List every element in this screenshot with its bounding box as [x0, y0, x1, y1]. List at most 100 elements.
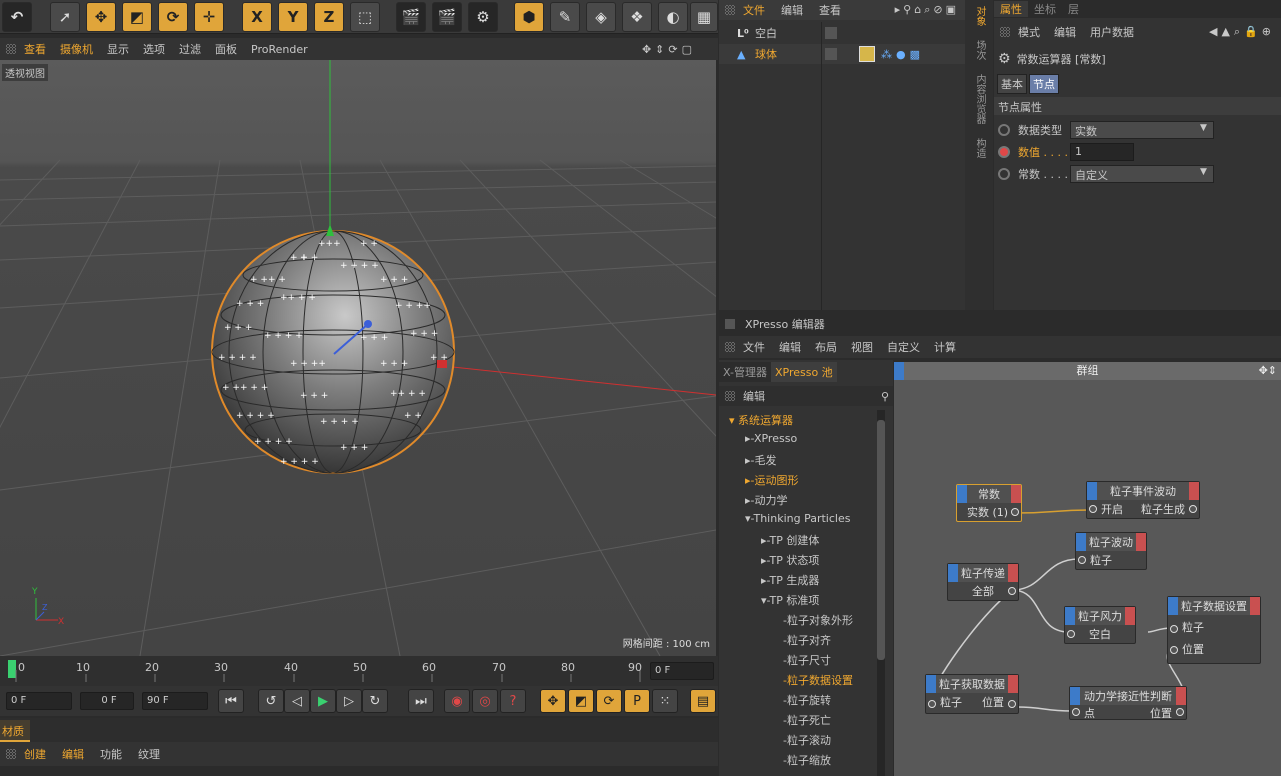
y-gizmo-handle[interactable]: [326, 224, 334, 236]
prev-key-icon[interactable]: ↺: [258, 689, 284, 713]
xp-menu-custom[interactable]: 自定义: [887, 339, 920, 355]
tree-item[interactable]: ▾-Thinking Particles: [745, 512, 850, 525]
object-row[interactable]: L⁰ 空白: [719, 22, 965, 44]
cube-primitive-icon[interactable]: ⬢: [514, 2, 544, 32]
z-axis-button[interactable]: Z: [314, 2, 344, 32]
viewport-nav-icons[interactable]: ✥⇕⟳▢: [642, 43, 696, 56]
xp-menu-layout[interactable]: 布局: [815, 339, 837, 355]
animation-dot-icon[interactable]: [998, 168, 1010, 180]
output-port[interactable]: [1189, 505, 1197, 513]
panel-grip-icon[interactable]: [725, 5, 735, 15]
node-particle-wave[interactable]: 粒子波动 粒子: [1075, 532, 1147, 570]
tree-item[interactable]: ▾-TP 标准项: [761, 592, 819, 608]
deformer-icon[interactable]: ◐: [658, 2, 688, 32]
node-particle-data-set[interactable]: 粒子数据设置 粒子 位置: [1167, 596, 1261, 664]
key-rotation-icon[interactable]: ⟳: [596, 689, 622, 713]
attr-nav-icons[interactable]: ◀▲⌕🔒⊕: [1209, 25, 1275, 39]
timeline-ruler[interactable]: 0 10 20 30 40 50 60 70 80 90 0 F: [0, 656, 718, 686]
render-picture-icon[interactable]: 🎬: [432, 2, 462, 32]
tree-item[interactable]: -粒子滚动: [783, 732, 831, 748]
tree-item[interactable]: ▸-TP 生成器: [761, 572, 819, 588]
tree-item[interactable]: ▸-TP 状态项: [761, 552, 819, 568]
play-icon[interactable]: ▶: [310, 689, 336, 713]
input-port[interactable]: [1170, 625, 1178, 633]
start-frame-field[interactable]: 0 F: [6, 692, 72, 710]
visibility-toggle-icon[interactable]: [825, 48, 837, 60]
perspective-viewport[interactable]: +++ + + + + ++ + + + + + + + + + + + ++ + + +…: [0, 60, 716, 656]
end-frame-field[interactable]: 90 F: [142, 692, 208, 710]
side-tab-takes[interactable]: 场次: [969, 40, 987, 60]
autokey-icon[interactable]: ◎: [472, 689, 498, 713]
input-port[interactable]: [1089, 505, 1097, 513]
output-port[interactable]: [1011, 508, 1019, 516]
side-tab-content-browser[interactable]: 内容浏览器: [969, 74, 987, 124]
array-generator-icon[interactable]: ❖: [622, 2, 652, 32]
tree-item[interactable]: ▸-毛发: [745, 452, 777, 468]
xp-menu-view[interactable]: 视图: [851, 339, 873, 355]
panel-grip-icon[interactable]: [725, 391, 735, 401]
animation-dot-icon[interactable]: [998, 146, 1010, 158]
goto-start-icon[interactable]: ⏮: [218, 689, 244, 713]
value-input[interactable]: 1: [1070, 143, 1134, 161]
side-tab-structure[interactable]: 构造: [969, 138, 987, 158]
tree-item[interactable]: -粒子旋转: [783, 692, 831, 708]
key-scale-icon[interactable]: ◩: [568, 689, 594, 713]
viewport-menu-panel[interactable]: 面板: [215, 41, 237, 57]
tree-item[interactable]: -粒子对齐: [783, 632, 831, 648]
input-port[interactable]: [1078, 556, 1086, 564]
xp-menu-edit[interactable]: 编辑: [779, 339, 801, 355]
tab-attributes[interactable]: 属性: [994, 1, 1028, 17]
scale-tool-icon[interactable]: ◩: [122, 2, 152, 32]
tree-item[interactable]: -粒子缩放: [783, 752, 831, 768]
xpresso-node-graph[interactable]: 群组 ✥⇕ 常数 实数 (1) 粒子事件波动 开启 粒子生成 粒子波动 粒子 粒…: [894, 362, 1281, 776]
render-view-icon[interactable]: 🎬: [396, 2, 426, 32]
floor-icon[interactable]: ▦: [690, 2, 718, 32]
viewport-menu-view[interactable]: 查看: [24, 41, 46, 57]
panel-grip-icon[interactable]: [725, 342, 735, 352]
viewport-menu-filter[interactable]: 过滤: [179, 41, 201, 57]
tab-layer[interactable]: 层: [1062, 1, 1085, 17]
input-port[interactable]: [1067, 630, 1075, 638]
goto-end-icon[interactable]: ⏭: [408, 689, 434, 713]
viewport-menu-camera[interactable]: 摄像机: [60, 41, 93, 57]
tree-item[interactable]: -粒子对象外形: [783, 612, 853, 628]
next-frame-icon[interactable]: ▷: [336, 689, 362, 713]
tag-icons[interactable]: ⁂●▩: [881, 48, 924, 61]
rotate-tool-icon[interactable]: ⟳: [158, 2, 188, 32]
data-type-dropdown[interactable]: 实数: [1070, 121, 1214, 139]
node-dynamics-proximity[interactable]: 动力学接近性判断 点 位置: [1069, 686, 1187, 720]
tab-coordinates[interactable]: 坐标: [1028, 1, 1062, 17]
viewport-menu-options[interactable]: 选项: [143, 41, 165, 57]
tab-x-manager[interactable]: X-管理器: [719, 362, 771, 382]
record-icon[interactable]: ◉: [444, 689, 470, 713]
attr-menu-mode[interactable]: 模式: [1018, 24, 1040, 40]
tree-item[interactable]: ▸-动力学: [745, 492, 788, 508]
panel-grip-icon[interactable]: [1000, 27, 1010, 37]
tree-item[interactable]: ▾ 系统运算器: [729, 412, 793, 428]
animation-dot-icon[interactable]: [998, 124, 1010, 136]
tree-item[interactable]: ▸-XPresso: [745, 432, 797, 445]
panel-grip-icon[interactable]: [6, 749, 16, 759]
key-position-icon[interactable]: ✥: [540, 689, 566, 713]
render-settings-icon[interactable]: ⚙: [468, 2, 498, 32]
tree-item[interactable]: ▸-运动图形: [745, 472, 799, 488]
subdivision-icon[interactable]: ◈: [586, 2, 616, 32]
obj-menu-view[interactable]: 查看: [819, 2, 841, 18]
search-icon[interactable]: ⚲: [881, 390, 889, 403]
coordinate-system-icon[interactable]: ⬚: [350, 2, 380, 32]
tree-item[interactable]: -粒子数据设置: [783, 672, 853, 688]
attr-menu-userdata[interactable]: 用户数据: [1090, 24, 1134, 40]
visibility-toggle-icon[interactable]: [825, 27, 837, 39]
xp-menu-calculate[interactable]: 计算: [934, 339, 956, 355]
constant-dropdown[interactable]: 自定义: [1070, 165, 1214, 183]
x-axis-button[interactable]: X: [242, 2, 272, 32]
pen-spline-icon[interactable]: ✎: [550, 2, 580, 32]
xp-menu-file[interactable]: 文件: [743, 339, 765, 355]
tree-item[interactable]: -粒子尺寸: [783, 652, 831, 668]
timeline-window-icon[interactable]: ▤: [690, 689, 716, 713]
transform-tool-icon[interactable]: ✛: [194, 2, 224, 32]
object-name[interactable]: 空白: [755, 25, 815, 41]
attr-menu-edit[interactable]: 编辑: [1054, 24, 1076, 40]
object-name[interactable]: 球体: [755, 46, 815, 62]
xpresso-tag-icon[interactable]: [859, 46, 875, 62]
